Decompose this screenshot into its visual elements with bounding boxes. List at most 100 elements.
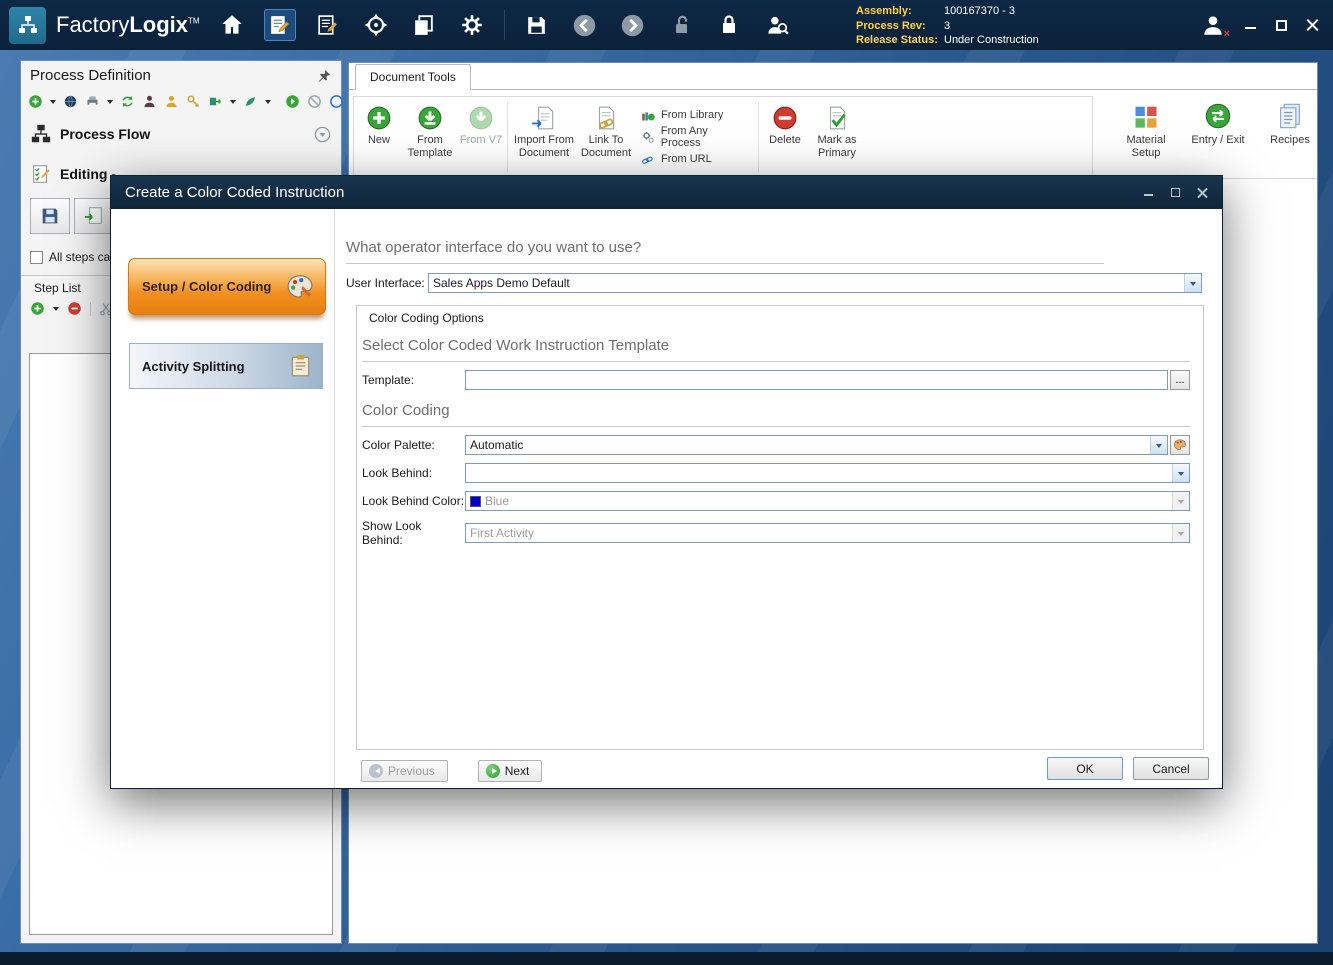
look-behind-color-select[interactable]: Blue xyxy=(465,491,1190,511)
key-icon[interactable] xyxy=(186,94,201,109)
chevron-down-icon[interactable] xyxy=(265,100,271,107)
template-browse-button[interactable]: ... xyxy=(1170,370,1190,390)
palette-picker-button[interactable] xyxy=(1170,435,1190,455)
close-button[interactable] xyxy=(1306,19,1319,32)
look-behind-select[interactable] xyxy=(465,463,1190,483)
user-gold-icon[interactable] xyxy=(164,94,179,109)
chevron-down-icon[interactable] xyxy=(107,100,113,107)
material-setup-button[interactable]: Material Setup xyxy=(1115,96,1177,178)
user-dark-icon[interactable] xyxy=(142,94,157,109)
from-template-button[interactable]: From Template xyxy=(402,100,458,174)
all-steps-checkbox[interactable] xyxy=(30,251,43,264)
dialog-title: Create a Color Coded Instruction xyxy=(125,184,344,201)
unlock-icon[interactable] xyxy=(665,9,697,41)
save-icon[interactable] xyxy=(521,9,553,41)
collapse-down-icon[interactable] xyxy=(313,125,332,144)
forward-icon[interactable] xyxy=(617,9,649,41)
pin-icon[interactable] xyxy=(317,68,332,83)
library-icon xyxy=(641,108,656,123)
nav-activity-splitting[interactable]: Activity Splitting xyxy=(129,343,323,389)
save-step-button[interactable] xyxy=(30,198,70,234)
mark-as-primary-button[interactable]: Mark as Primary xyxy=(808,100,866,174)
print-icon[interactable] xyxy=(85,94,100,109)
chevron-down-icon[interactable] xyxy=(50,100,56,107)
look-behind-label: Look Behind: xyxy=(362,466,465,480)
chevron-down-icon[interactable] xyxy=(230,100,236,107)
operator-interface-question: What operator interface do you want to u… xyxy=(346,239,1222,256)
from-v7-button[interactable]: From V7 xyxy=(458,100,504,174)
toolbar-separator xyxy=(504,10,505,40)
color-palette-select[interactable]: Automatic xyxy=(465,435,1168,455)
import-step-button[interactable] xyxy=(74,198,114,234)
import-from-document-label: Import From Document xyxy=(511,134,577,159)
user-icon[interactable]: × xyxy=(1200,12,1226,38)
import-from-document-button[interactable]: Import From Document xyxy=(511,100,577,174)
bottom-edge xyxy=(0,952,1333,965)
dialog-titlebar[interactable]: Create a Color Coded Instruction xyxy=(111,176,1222,209)
delete-button[interactable]: Delete xyxy=(762,100,808,174)
show-look-behind-select[interactable]: First Activity xyxy=(465,523,1190,543)
entry-exit-button[interactable]: Entry / Exit xyxy=(1187,96,1249,178)
chevron-down-icon[interactable] xyxy=(53,307,59,314)
remove-step-icon[interactable] xyxy=(67,301,82,316)
factorylogix-logo-icon xyxy=(9,7,46,44)
chevron-down-icon[interactable] xyxy=(1150,436,1167,454)
release-status-label: Release Status: xyxy=(856,33,944,48)
dialog-maximize-button[interactable] xyxy=(1170,187,1181,198)
back-icon[interactable] xyxy=(569,9,601,41)
clipboard-icon xyxy=(287,353,313,379)
template-input[interactable] xyxy=(465,370,1168,390)
brand-tm: TM xyxy=(188,17,200,26)
cancel-button[interactable]: Cancel xyxy=(1133,757,1209,780)
ok-button[interactable]: OK xyxy=(1047,757,1123,780)
gear-icon[interactable] xyxy=(456,9,488,41)
info-icon[interactable] xyxy=(329,94,344,109)
edit-document-icon[interactable] xyxy=(264,9,296,41)
previous-button[interactable]: Previous xyxy=(361,760,448,782)
sync-icon[interactable] xyxy=(120,94,135,109)
release-status-row: Release Status:Under Construction xyxy=(856,33,1039,48)
link-to-document-button[interactable]: Link To Document xyxy=(577,100,635,174)
leaf-icon[interactable] xyxy=(243,94,258,109)
dialog-close-button[interactable] xyxy=(1197,187,1208,198)
home-icon[interactable] xyxy=(216,9,248,41)
lock-icon[interactable] xyxy=(713,9,745,41)
process-flow-label: Process Flow xyxy=(60,126,150,142)
material-setup-label: Material Setup xyxy=(1115,134,1177,159)
add-step-icon[interactable] xyxy=(30,301,45,316)
target-icon[interactable] xyxy=(360,9,392,41)
user-x-badge: × xyxy=(1224,28,1230,40)
next-label: Next xyxy=(505,764,530,778)
add-icon[interactable] xyxy=(28,94,43,109)
minimize-button[interactable] xyxy=(1244,19,1257,32)
from-library-button[interactable]: From Library xyxy=(641,106,749,124)
user-interface-select[interactable]: Sales Apps Demo Default xyxy=(428,273,1202,293)
globe-icon[interactable] xyxy=(63,94,78,109)
dialog-minimize-button[interactable] xyxy=(1143,187,1154,198)
tab-document-tools[interactable]: Document Tools xyxy=(355,64,471,90)
blue-color-swatch xyxy=(470,496,481,507)
new-button[interactable]: New xyxy=(356,100,402,174)
next-arrow-icon xyxy=(486,764,500,778)
start-icon[interactable] xyxy=(285,94,300,109)
delete-label: Delete xyxy=(769,134,801,147)
delete-icon xyxy=(772,105,798,131)
form-icon[interactable] xyxy=(312,9,344,41)
maximize-button[interactable] xyxy=(1275,19,1288,32)
person-search-icon[interactable] xyxy=(761,9,793,41)
panel-title: Process Definition xyxy=(30,67,151,84)
link-to-document-label: Link To Document xyxy=(577,134,635,159)
recipes-button[interactable]: Recipes xyxy=(1259,96,1321,178)
chevron-down-icon[interactable] xyxy=(1184,274,1201,292)
chevron-down-icon[interactable] xyxy=(1172,464,1189,482)
from-any-process-button[interactable]: From Any Process xyxy=(641,128,749,146)
export-icon[interactable] xyxy=(208,94,223,109)
color-coding-options-group: Color Coding Options Select Color Coded … xyxy=(356,305,1204,750)
process-flow-icon xyxy=(30,123,52,145)
next-button[interactable]: Next xyxy=(478,760,543,782)
nav-setup-color-coding[interactable]: Setup / Color Coding xyxy=(128,258,326,315)
from-url-button[interactable]: From URL xyxy=(641,150,749,168)
chevron-down-icon xyxy=(1172,524,1189,542)
stop-icon[interactable] xyxy=(307,94,322,109)
copy-icon[interactable] xyxy=(408,9,440,41)
